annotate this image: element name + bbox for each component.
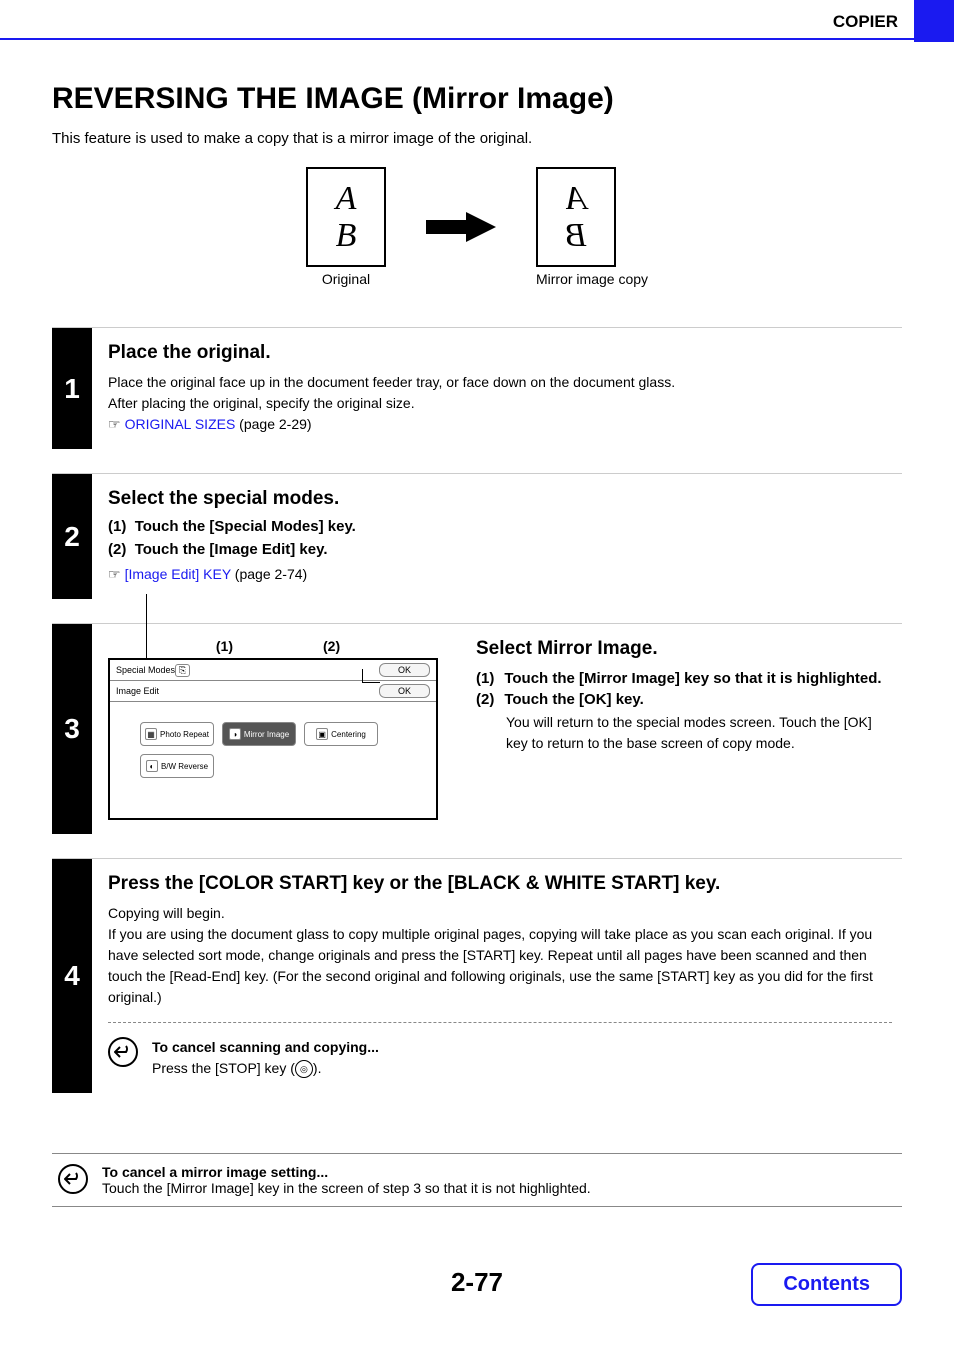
step-4-title: Press the [COLOR START] key or the [BLAC… [108, 873, 892, 895]
step-1-body2: After placing the original, specify the … [108, 393, 892, 414]
centering-icon: ▣ [316, 728, 328, 740]
contents-button[interactable]: Contents [751, 1263, 902, 1306]
header-accent [914, 0, 954, 42]
footer: 2-77 Contents [0, 1267, 954, 1338]
ok-button-upper[interactable]: OK [379, 663, 430, 677]
original-box: A B [306, 167, 386, 267]
step-4: 4 Press the [COLOR START] key or the [BL… [52, 858, 902, 1093]
step-2-sub1: (1) Touch the [Special Modes] key. [108, 518, 892, 535]
step-3-number: 3 [52, 624, 92, 834]
step-3-i1: (1)Touch the [Mirror Image] key so that … [476, 670, 892, 687]
mirror-diagram: A B Original A B Mirror image copy [52, 167, 902, 287]
mirror-caption: Mirror image copy [536, 271, 648, 287]
pointer-line-2 [362, 669, 380, 683]
step-3-title: Select Mirror Image. [476, 638, 892, 660]
reference-icon: ☞ [108, 566, 121, 582]
step-2-title: Select the special modes. [108, 488, 892, 510]
step-3-i2-body: You will return to the special modes scr… [506, 712, 892, 754]
step-4-number: 4 [52, 859, 92, 1093]
step-1-ref: ☞ORIGINAL SIZES (page 2-29) [108, 414, 892, 435]
book-icon: ⎘ [175, 664, 190, 677]
stop-key-icon: ◎ [295, 1060, 313, 1078]
touch-screen: Special Modes ⎘ OK Image Edit OK ▦Photo … [108, 658, 438, 820]
original-caption: Original [306, 271, 386, 287]
step-4-body2: If you are using the document glass to c… [108, 924, 892, 1008]
photo-repeat-icon: ▦ [145, 728, 157, 740]
mirror-box: A B [536, 167, 616, 267]
centering-button[interactable]: ▣Centering [304, 722, 378, 746]
cancel-setting-title: To cancel a mirror image setting... [102, 1164, 591, 1180]
cancel-scan-body: Press the [STOP] key (◎). [152, 1058, 379, 1079]
step-2: 2 Select the special modes. (1) Touch th… [52, 473, 902, 599]
reference-icon: ☞ [108, 416, 121, 432]
step-1-title: Place the original. [108, 342, 892, 364]
original-sizes-link[interactable]: ORIGINAL SIZES [125, 416, 236, 432]
pointer-line-1 [146, 594, 147, 660]
step-2-number: 2 [52, 474, 92, 599]
cancel-setting-body: Touch the [Mirror Image] key in the scre… [102, 1180, 591, 1196]
image-edit-key-link[interactable]: [Image Edit] KEY [125, 566, 231, 582]
cancel-back-icon [58, 1164, 88, 1194]
bw-reverse-icon: ◐ [146, 760, 158, 772]
cancel-setting-box: To cancel a mirror image setting... Touc… [52, 1153, 902, 1207]
step-1-body1: Place the original face up in the docume… [108, 372, 892, 393]
arrow-right-icon [426, 212, 496, 242]
cancel-scan-title: To cancel scanning and copying... [152, 1037, 379, 1058]
bw-reverse-button[interactable]: ◐B/W Reverse [140, 754, 214, 778]
intro-text: This feature is used to make a copy that… [52, 130, 902, 147]
step-4-body1: Copying will begin. [108, 903, 892, 924]
screen-image-edit-label: Image Edit [116, 686, 159, 696]
step-3-i2: (2)Touch the [OK] key. [476, 691, 892, 708]
dashed-separator [108, 1022, 892, 1023]
page-number: 2-77 [451, 1267, 503, 1298]
step-2-ref: ☞[Image Edit] KEY (page 2-74) [108, 564, 892, 585]
step-3: 3 (1)(2) Special Modes ⎘ OK Image Edit [52, 623, 902, 834]
screen-special-modes-label: Special Modes [116, 665, 175, 675]
mirror-image-button[interactable]: ◑Mirror Image [222, 722, 296, 746]
cancel-back-icon [108, 1037, 138, 1067]
step-2-sub2: (2) Touch the [Image Edit] key. [108, 541, 892, 558]
photo-repeat-button[interactable]: ▦Photo Repeat [140, 722, 214, 746]
header: COPIER [0, 0, 954, 42]
section-label: COPIER [0, 0, 914, 40]
mirror-image-icon: ◑ [229, 728, 241, 740]
step-1: 1 Place the original. Place the original… [52, 327, 902, 449]
ok-button-lower[interactable]: OK [379, 684, 430, 698]
page-title: REVERSING THE IMAGE (Mirror Image) [52, 82, 902, 116]
screen-pointer-labels: (1)(2) [108, 638, 448, 654]
step-1-number: 1 [52, 328, 92, 449]
